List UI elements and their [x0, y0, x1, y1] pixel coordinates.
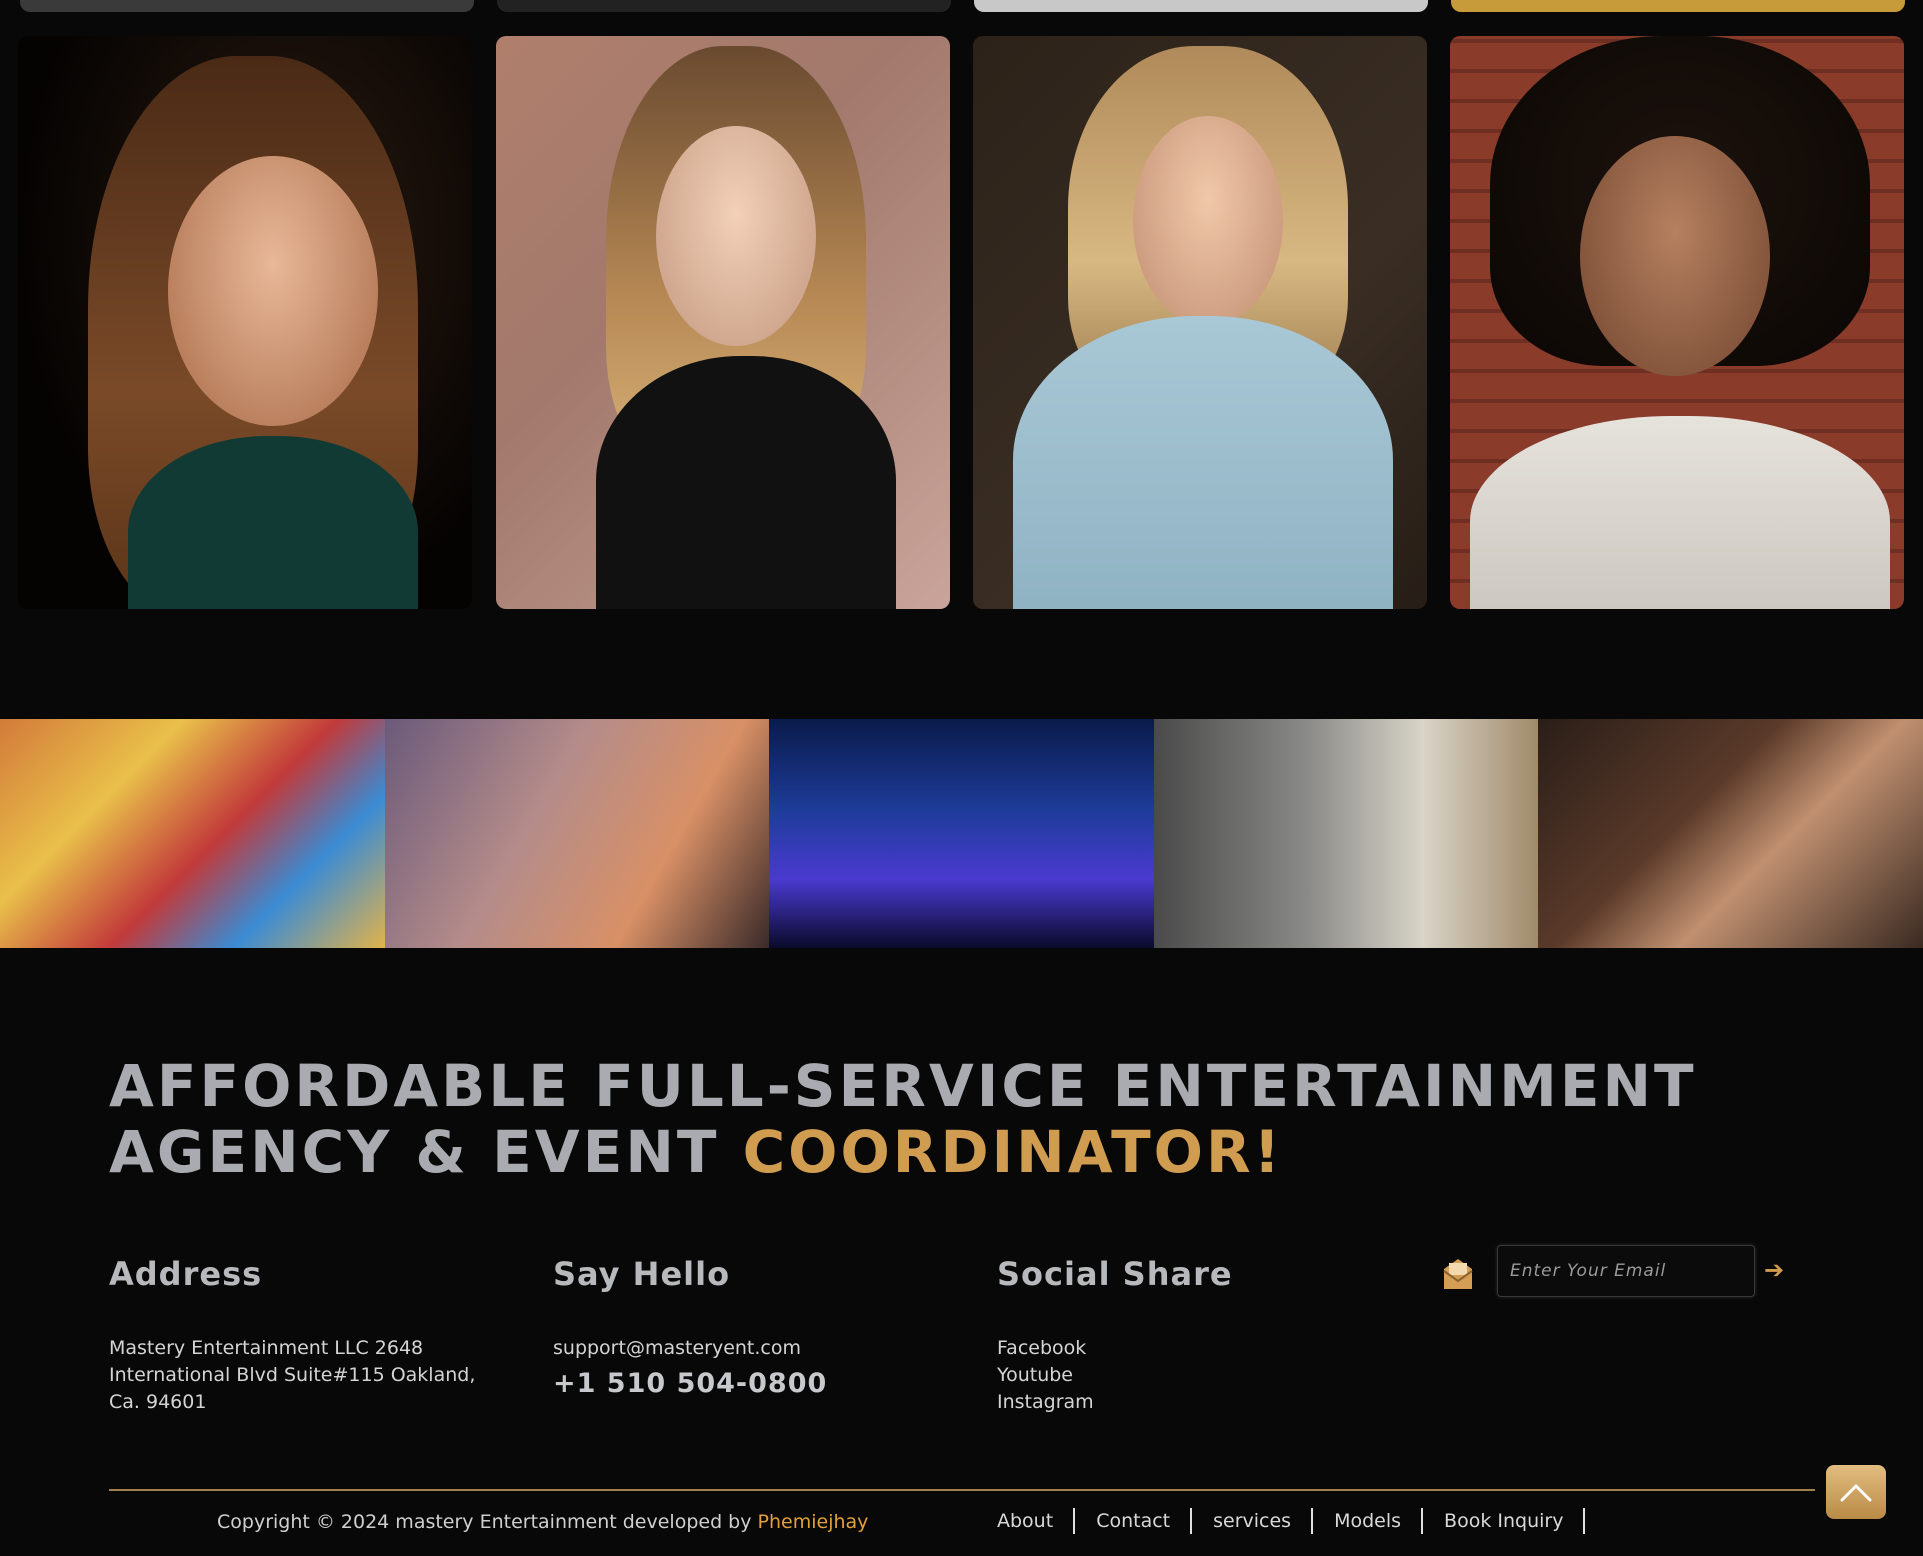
event-photo-party[interactable]: [384, 719, 770, 948]
footer-divider: [109, 1489, 1815, 1491]
footer-nav: About Contact services Models Book Inqui…: [997, 1508, 1606, 1534]
address-text: Mastery Entertainment LLC 2648 Internati…: [109, 1337, 476, 1413]
mail-icon: [1443, 1259, 1473, 1289]
social-heading: Social Share: [997, 1255, 1233, 1293]
model-photo-1[interactable]: [18, 36, 472, 609]
developer-link[interactable]: Phemiejhay: [758, 1511, 869, 1533]
model-photo-2[interactable]: [496, 36, 950, 609]
previous-photo-edge-3: [974, 0, 1428, 12]
previous-photo-edge-2: [497, 0, 951, 12]
social-link-youtube[interactable]: Youtube: [997, 1362, 1297, 1389]
social-link-instagram[interactable]: Instagram: [997, 1389, 1297, 1416]
contact-phone[interactable]: +1 510 504-0800: [553, 1370, 953, 1397]
headline-line-2-plain: AGENCY & EVENT: [109, 1118, 743, 1186]
footer-nav-book-inquiry[interactable]: Book Inquiry: [1444, 1508, 1586, 1534]
social-link-facebook[interactable]: Facebook: [997, 1335, 1297, 1362]
chevron-up-icon: [1840, 1484, 1872, 1502]
contact-column: Say Hello support@masteryent.com +1 510 …: [553, 1255, 953, 1397]
previous-photo-edge-1: [20, 0, 474, 12]
footer-nav-services[interactable]: services: [1213, 1508, 1314, 1534]
headline-accent: COORDINATOR!: [742, 1118, 1284, 1186]
event-photo-concert[interactable]: [769, 719, 1154, 948]
copyright-text: Copyright © 2024 mastery Entertainment d…: [217, 1511, 758, 1533]
address-heading: Address: [109, 1255, 263, 1293]
scroll-top-button[interactable]: [1826, 1465, 1886, 1519]
social-column: Social Share Facebook Youtube Instagram: [997, 1255, 1297, 1416]
event-gallery: [0, 719, 1923, 948]
footer-nav-models[interactable]: Models: [1334, 1508, 1424, 1534]
model-photo-4[interactable]: [1450, 36, 1904, 609]
previous-row-edges: [0, 0, 1923, 12]
contact-heading: Say Hello: [553, 1255, 731, 1293]
footer-nav-contact[interactable]: Contact: [1096, 1508, 1193, 1534]
previous-photo-edge-4: [1451, 0, 1905, 12]
arrow-right-icon[interactable]: ➔: [1764, 1257, 1790, 1283]
address-column: Address Mastery Entertainment LLC 2648 I…: [109, 1255, 509, 1416]
headline-line-1: AFFORDABLE FULL-SERVICE ENTERTAINMENT: [109, 1052, 1697, 1120]
event-photo-crowd[interactable]: [0, 719, 385, 948]
copyright: Copyright © 2024 mastery Entertainment d…: [217, 1511, 868, 1533]
model-photo-3[interactable]: [973, 36, 1427, 609]
event-photo-film-set[interactable]: [1153, 719, 1539, 948]
contact-email-link[interactable]: support@masteryent.com: [553, 1335, 953, 1362]
footer-nav-about[interactable]: About: [997, 1508, 1076, 1534]
email-input[interactable]: [1497, 1245, 1755, 1297]
headline-line-2: AGENCY & EVENT COORDINATOR!: [109, 1119, 1809, 1185]
event-photo-dinner[interactable]: [1538, 719, 1923, 948]
newsletter-form: ➔: [1440, 1245, 1790, 1305]
agency-headline: AFFORDABLE FULL-SERVICE ENTERTAINMENT AG…: [109, 1053, 1809, 1185]
